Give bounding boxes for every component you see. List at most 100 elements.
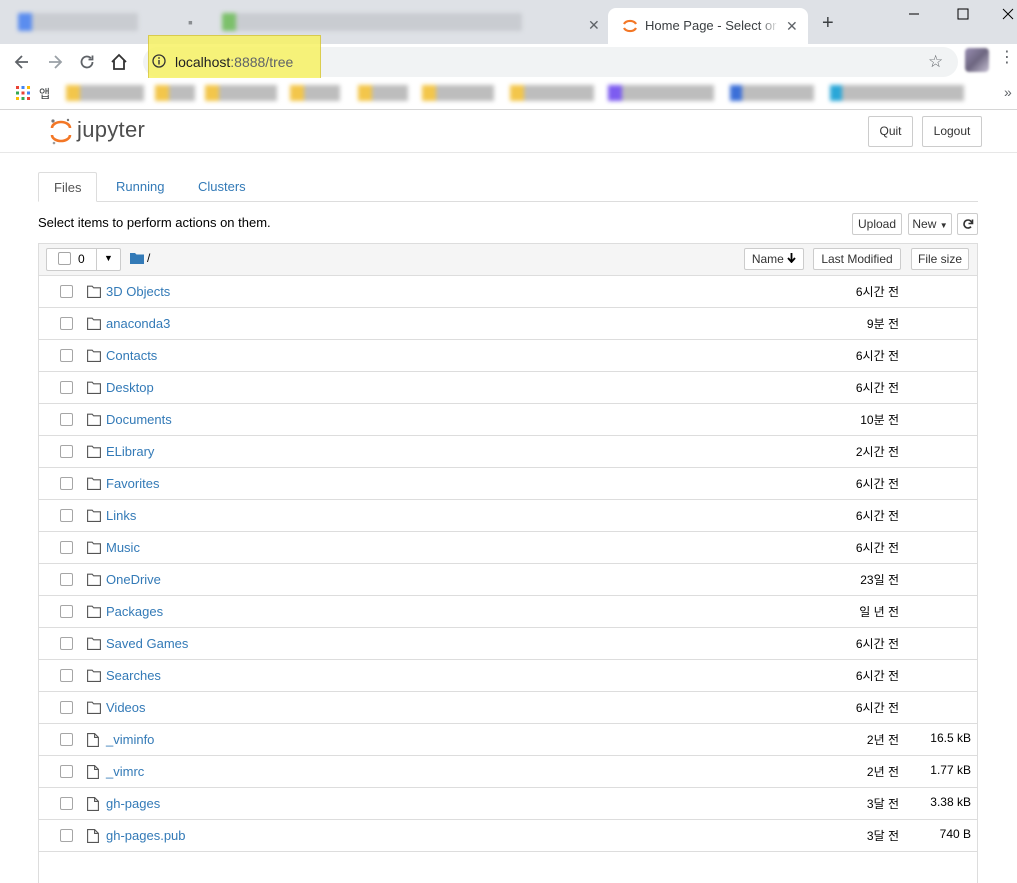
item-checkbox[interactable] [60,637,73,650]
caret-down-icon[interactable]: ▼ [104,253,113,263]
reload-icon[interactable] [77,52,97,72]
back-icon[interactable] [12,52,32,72]
item-name-link[interactable]: gh-pages [106,796,160,811]
active-tab[interactable]: Home Page - Select or create a notebook … [608,8,808,44]
blurred-bookmark-1[interactable] [66,85,144,101]
blurred-bookmark-5[interactable] [358,85,408,101]
item-name-link[interactable]: 3D Objects [106,284,170,299]
list-item[interactable]: Searches 6시간 전 [39,660,977,692]
folder-icon[interactable] [130,252,144,264]
list-item[interactable]: Saved Games 6시간 전 [39,628,977,660]
list-item[interactable]: gh-pages.pub 3달 전 740 B [39,820,977,852]
item-checkbox[interactable] [60,541,73,554]
list-item[interactable]: Desktop 6시간 전 [39,372,977,404]
logout-button[interactable]: Logout [922,116,982,147]
active-tab-close-icon[interactable]: ✕ [786,18,798,35]
blurred-bookmark-8[interactable] [608,85,714,101]
new-tab-button[interactable]: + [822,13,834,33]
tab-close-icon[interactable]: ✕ [588,17,600,34]
item-name-link[interactable]: anaconda3 [106,316,170,331]
list-item[interactable]: Packages 일 년 전 [39,596,977,628]
menu-icon[interactable]: ⋮ [999,50,1015,66]
blurred-bookmark-7[interactable] [510,85,594,101]
bookmark-star-icon[interactable]: ☆ [928,52,943,72]
item-checkbox[interactable] [60,829,73,842]
list-item[interactable]: Documents 10분 전 [39,404,977,436]
blurred-bookmark-6[interactable] [422,85,494,101]
item-checkbox[interactable] [60,733,73,746]
item-checkbox[interactable] [60,477,73,490]
item-name-link[interactable]: Videos [106,700,146,715]
list-item[interactable]: Links 6시간 전 [39,500,977,532]
item-checkbox[interactable] [60,445,73,458]
list-item[interactable]: Favorites 6시간 전 [39,468,977,500]
forward-icon[interactable] [45,52,65,72]
maximize-icon[interactable] [957,8,969,20]
jupyter-logo-icon[interactable] [50,117,72,145]
select-all-checkbox[interactable] [58,252,71,265]
window-close-icon[interactable] [1002,8,1014,20]
list-item[interactable]: 3D Objects 6시간 전 [39,276,977,308]
blurred-tab-1[interactable] [18,13,138,31]
list-item[interactable]: gh-pages 3달 전 3.38 kB [39,788,977,820]
profile-avatar[interactable] [965,48,989,72]
bookmarks-overflow-icon[interactable]: » [1004,84,1012,100]
tab-files[interactable]: Files [38,172,97,202]
blurred-bookmark-3[interactable] [205,85,277,101]
tab-running[interactable]: Running [101,172,179,202]
list-item[interactable]: Videos 6시간 전 [39,692,977,724]
item-checkbox[interactable] [60,797,73,810]
blurred-bookmark-10[interactable] [830,85,964,101]
item-checkbox[interactable] [60,349,73,362]
list-item[interactable]: OneDrive 23일 전 [39,564,977,596]
item-name-link[interactable]: Links [106,508,136,523]
list-item[interactable]: _viminfo 2년 전 16.5 kB [39,724,977,756]
item-name-link[interactable]: OneDrive [106,572,161,587]
blurred-bookmark-9[interactable] [730,85,814,101]
blurred-tab-close-icon[interactable]: ▪ [188,14,193,30]
home-icon[interactable] [109,52,129,72]
breadcrumb[interactable]: / [147,251,150,265]
sort-by-size-button[interactable]: File size [911,248,969,270]
apps-grid-icon[interactable] [16,86,30,100]
item-name-link[interactable]: Favorites [106,476,159,491]
list-item[interactable]: _vimrc 2년 전 1.77 kB [39,756,977,788]
item-name-link[interactable]: _vimrc [106,764,144,779]
item-name-link[interactable]: Searches [106,668,161,683]
jupyter-logo-text[interactable]: jupyter [77,117,145,143]
item-name-link[interactable]: ELibrary [106,444,154,459]
blurred-bookmark-2[interactable] [155,85,195,101]
upload-button[interactable]: Upload [852,213,902,235]
list-item[interactable]: Contacts 6시간 전 [39,340,977,372]
list-item[interactable]: ELibrary 2시간 전 [39,436,977,468]
item-name-link[interactable]: Contacts [106,348,157,363]
sort-by-modified-button[interactable]: Last Modified [813,248,901,270]
item-name-link[interactable]: Documents [106,412,172,427]
info-icon[interactable] [152,54,166,68]
item-name-link[interactable]: Desktop [106,380,154,395]
list-item[interactable]: anaconda3 9분 전 [39,308,977,340]
new-dropdown-button[interactable]: New ▼ [908,213,952,235]
list-item[interactable]: Music 6시간 전 [39,532,977,564]
item-checkbox[interactable] [60,669,73,682]
item-checkbox[interactable] [60,605,73,618]
item-checkbox[interactable] [60,317,73,330]
tab-clusters[interactable]: Clusters [183,172,261,202]
url-text[interactable]: localhost:8888/tree [175,54,293,70]
item-checkbox[interactable] [60,765,73,778]
item-checkbox[interactable] [60,573,73,586]
item-checkbox[interactable] [60,285,73,298]
apps-label[interactable]: 앱 [39,85,50,102]
item-name-link[interactable]: gh-pages.pub [106,828,186,843]
quit-button[interactable]: Quit [868,116,913,147]
sort-by-name-button[interactable]: Name [744,248,804,270]
item-checkbox[interactable] [60,381,73,394]
item-name-link[interactable]: _viminfo [106,732,154,747]
item-name-link[interactable]: Music [106,540,140,555]
blurred-bookmark-4[interactable] [290,85,340,101]
refresh-button[interactable] [957,213,978,235]
blurred-tab-2[interactable] [222,13,522,31]
item-name-link[interactable]: Saved Games [106,636,188,651]
item-checkbox[interactable] [60,413,73,426]
minimize-icon[interactable] [908,8,920,20]
